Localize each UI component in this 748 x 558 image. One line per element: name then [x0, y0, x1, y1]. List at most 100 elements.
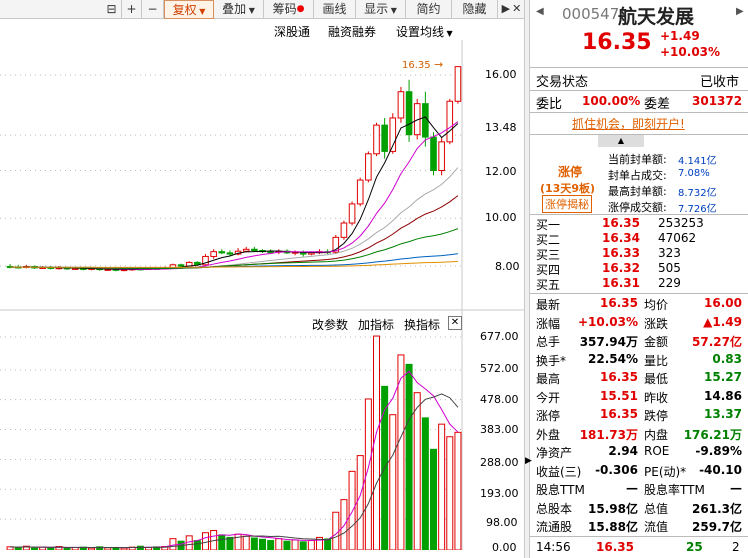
ma-line — [10, 195, 459, 269]
lock-icon[interactable]: ⊟ — [102, 0, 122, 19]
volume-bar — [421, 417, 429, 550]
stat-value: 181.73万 — [579, 427, 638, 442]
stat-label: 今开 — [536, 390, 561, 405]
volume-bar — [120, 547, 128, 550]
candle-body — [373, 124, 380, 155]
divider — [530, 112, 748, 113]
fuquan-label: 复权 — [172, 3, 197, 17]
weicha-label: 委差 — [644, 97, 671, 112]
candle-body — [177, 264, 185, 267]
diejia-label: 叠加 — [222, 2, 247, 16]
stat-value: 14.86 — [704, 388, 742, 403]
last-price: 16.35 — [582, 30, 652, 55]
diejia-dropdown[interactable]: 叠加 ▼ — [214, 0, 264, 19]
jianyue-button[interactable]: 简约 — [406, 0, 452, 19]
stat-value: 57.27亿 — [692, 335, 742, 349]
switch-indicator-button[interactable]: 换指标 — [404, 316, 440, 333]
limit-info-value: 8.732亿 — [678, 188, 717, 199]
orderbook-row[interactable]: 买三 16.33 323 — [530, 246, 748, 262]
limit-reveal-button[interactable]: 涨停揭秘 — [542, 195, 592, 213]
divider — [530, 214, 748, 215]
prev-stock-icon[interactable]: ◀ — [536, 6, 544, 17]
edit-params-button[interactable]: 改参数 — [312, 316, 348, 333]
volume-bar — [226, 536, 234, 550]
red-dot-icon: ● — [296, 4, 305, 14]
orderbook-price: 16.31 — [602, 276, 640, 290]
candle-body — [446, 100, 454, 143]
xianshi-label: 显示 — [364, 2, 389, 16]
limit-info-label: 最高封单额: — [608, 185, 667, 198]
stat-value: — — [730, 481, 742, 495]
stats-row: 涨停 16.35 跌停 13.37 — [530, 407, 748, 425]
price-tick-current: 13.48 — [485, 121, 517, 134]
divider — [530, 293, 748, 294]
candle-body — [356, 179, 364, 205]
orderbook-price: 16.32 — [602, 261, 640, 275]
tab-ma-settings[interactable]: 设置均线 ▼ — [396, 23, 453, 40]
zoom-out-button[interactable]: − — [142, 0, 164, 19]
zoom-in-button[interactable]: + — [122, 0, 142, 19]
volume-bar — [242, 535, 250, 550]
price-change: +1.49 — [660, 29, 700, 43]
stat-label: 股息率TTM — [644, 483, 705, 497]
stat-label: 总股本 — [536, 501, 573, 516]
huaxian-button[interactable]: 画线 — [314, 0, 356, 19]
limit-info-value: 7.726亿 — [678, 204, 717, 215]
dropdown-arrow-icon: ▼ — [196, 7, 206, 16]
volume-bar — [283, 540, 291, 550]
stat-label: 跌停 — [644, 409, 669, 423]
stats-row: 总股本 15.98亿 总值 261.3亿 — [530, 500, 748, 518]
orderbook-price: 16.35 — [602, 216, 640, 230]
stat-label: 流值 — [644, 520, 669, 534]
stat-value: -9.89% — [695, 444, 742, 458]
stat-value: 15.51 — [600, 388, 638, 403]
candle-body — [340, 222, 348, 238]
candle-body — [210, 251, 217, 257]
xianshi-dropdown[interactable]: 显示 ▼ — [356, 0, 406, 19]
stats-row: 收益(三) -0.306 PE(动)* -40.10 — [530, 463, 748, 481]
status-value: 已收市 — [700, 75, 740, 90]
tick-price: 16.35 — [596, 540, 634, 554]
volume-bar — [299, 541, 307, 550]
candle-body — [242, 248, 250, 252]
next-stock-icon[interactable]: ▶ — [736, 6, 744, 17]
status-label: 交易状态 — [536, 75, 589, 90]
candle-body — [226, 252, 234, 255]
close-indicator-icon[interactable]: ✕ — [448, 316, 462, 330]
orderbook-row[interactable]: 买五 16.31 229 — [530, 276, 748, 292]
stats-row: 股息TTM — 股息率TTM — — [530, 481, 748, 499]
expand-tab[interactable]: ▲ — [598, 135, 644, 147]
stock-name: 航天发展 — [618, 6, 695, 28]
fuquan-dropdown[interactable]: 复权 ▼ — [164, 0, 214, 19]
add-indicator-button[interactable]: 加指标 — [358, 316, 394, 333]
stat-value: 15.98亿 — [588, 501, 638, 516]
price-tick: 8.00 — [495, 260, 520, 273]
volume-bar — [136, 545, 144, 550]
orderbook-volume: 47062 — [658, 231, 697, 245]
candle-body — [251, 248, 258, 251]
stat-value: 2.94 — [608, 444, 638, 458]
stat-label: 量比 — [644, 353, 669, 368]
stock-code: 000547 — [562, 5, 620, 23]
stat-label: 最新 — [536, 298, 561, 312]
stats-row: 今开 15.51 昨收 14.86 — [530, 389, 748, 407]
chouma-button[interactable]: 筹码● — [264, 0, 314, 19]
tab-rongzi[interactable]: 融资融券 — [328, 23, 376, 40]
price-tick: 12.00 — [485, 165, 517, 178]
stat-label: 总值 — [644, 501, 669, 516]
volume-bar — [307, 540, 315, 550]
orderbook-row[interactable]: 买四 16.32 505 — [530, 261, 748, 277]
order-book: 买一 16.35 253253 买二 16.34 47062 买三 16.33 323 买四 16.… — [530, 216, 748, 294]
orderbook-row[interactable]: 买一 16.35 253253 — [530, 216, 748, 232]
open-account-banner[interactable]: 抓住机会，即刻开户! — [572, 115, 685, 132]
stat-label: 涨幅 — [536, 316, 561, 331]
kline-chart[interactable] — [0, 40, 526, 550]
tab-shengutong[interactable]: 深股通 — [274, 23, 310, 40]
volume-bar — [47, 547, 55, 550]
stat-label: PE(动)* — [644, 464, 687, 479]
orderbook-row[interactable]: 买二 16.34 47062 — [530, 231, 748, 247]
volume-bar — [413, 392, 421, 550]
volume-bar — [405, 363, 413, 550]
stat-value: 13.37 — [704, 407, 742, 421]
stats-row: 最新 16.35 均价 16.00 — [530, 296, 748, 314]
